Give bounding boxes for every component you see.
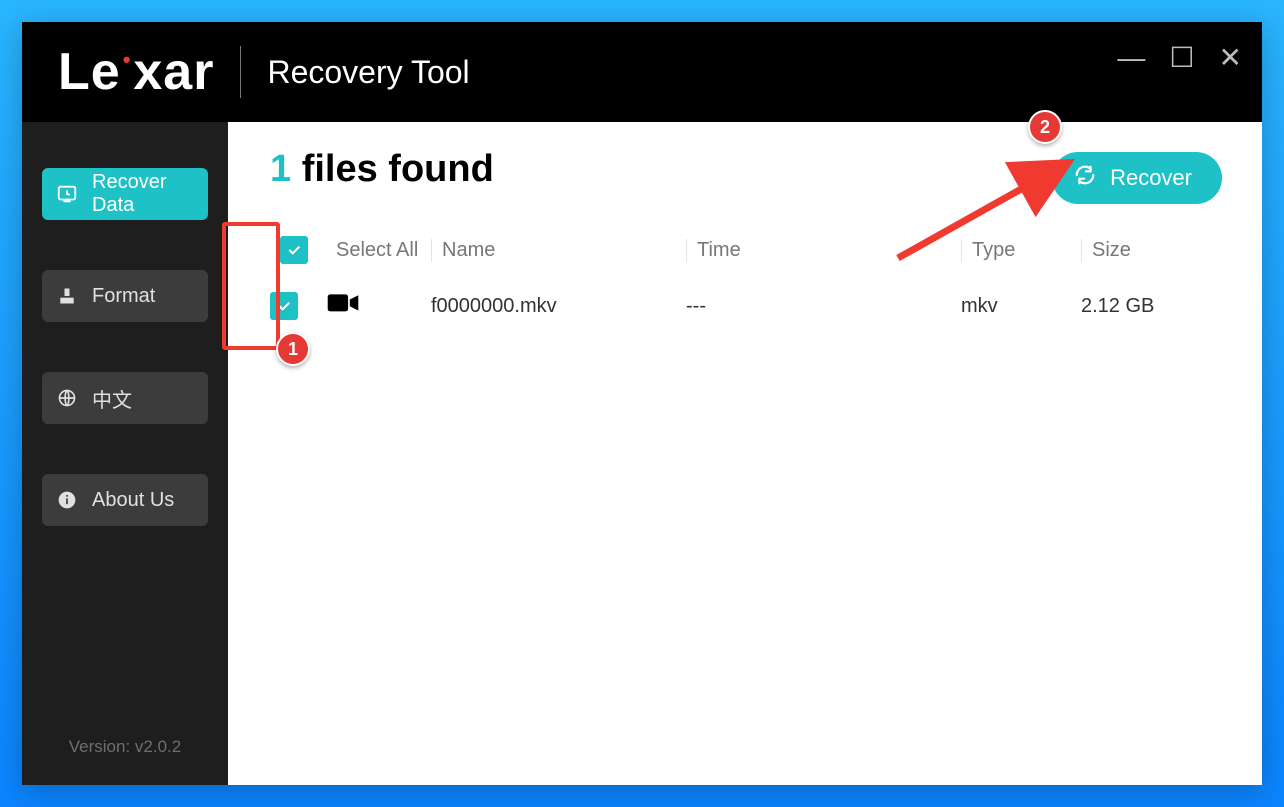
sidebar-item-about[interactable]: About Us bbox=[42, 474, 208, 526]
recover-button[interactable]: Recover bbox=[1052, 152, 1222, 204]
refresh-icon bbox=[1074, 164, 1096, 192]
file-table: Select All Name Time Type Size bbox=[270, 227, 1222, 339]
sidebar-item-recover-data[interactable]: Recover Data bbox=[42, 168, 208, 220]
logo-block: Le•xar Recovery Tool bbox=[22, 42, 470, 102]
col-size: Size bbox=[1081, 239, 1222, 262]
sidebar-item-label: 中文 bbox=[92, 384, 132, 413]
maximize-button[interactable]: ☐ bbox=[1169, 44, 1194, 72]
sidebar: Recover Data Format 中文 bbox=[22, 122, 228, 785]
version-label: Version: v2.0.2 bbox=[42, 737, 208, 767]
cell-time: --- bbox=[686, 295, 961, 318]
col-select-all-label: Select All bbox=[326, 239, 431, 262]
divider bbox=[240, 46, 241, 98]
recover-icon bbox=[56, 183, 78, 205]
table-row[interactable]: f0000000.mkv --- mkv 2.12 GB bbox=[270, 273, 1222, 339]
format-icon bbox=[56, 286, 78, 306]
cell-type: mkv bbox=[961, 295, 1081, 318]
files-count: 1 bbox=[270, 148, 291, 190]
files-found-suffix: files found bbox=[302, 148, 494, 190]
sidebar-item-label: Recover Data bbox=[92, 171, 194, 217]
minimize-button[interactable]: — bbox=[1117, 44, 1145, 72]
app-title: Recovery Tool bbox=[267, 54, 469, 91]
cell-size: 2.12 GB bbox=[1081, 295, 1222, 318]
row-checkbox[interactable] bbox=[270, 292, 298, 320]
recover-button-label: Recover bbox=[1110, 165, 1192, 191]
sidebar-item-format[interactable]: Format bbox=[42, 270, 208, 322]
info-icon bbox=[56, 490, 78, 510]
sidebar-item-label: Format bbox=[92, 285, 155, 308]
titlebar: Le•xar Recovery Tool — ☐ ✕ bbox=[22, 22, 1262, 122]
select-all-checkbox[interactable] bbox=[280, 236, 308, 264]
sidebar-item-language[interactable]: 中文 bbox=[42, 372, 208, 424]
app-window: Le•xar Recovery Tool — ☐ ✕ Recover Data bbox=[22, 22, 1262, 785]
brand-logo: Le•xar bbox=[58, 42, 214, 102]
sidebar-item-label: About Us bbox=[92, 489, 174, 512]
globe-icon bbox=[56, 388, 78, 408]
file-type-icon bbox=[326, 291, 431, 321]
cell-name: f0000000.mkv bbox=[431, 295, 686, 318]
table-header: Select All Name Time Type Size bbox=[270, 227, 1222, 273]
main-panel: 1 files found Recover bbox=[228, 122, 1262, 785]
col-type: Type bbox=[961, 239, 1081, 262]
close-button[interactable]: ✕ bbox=[1219, 44, 1242, 72]
col-time: Time bbox=[686, 239, 961, 262]
col-name: Name bbox=[431, 239, 686, 262]
window-controls: — ☐ ✕ bbox=[1117, 44, 1242, 72]
select-all-col bbox=[270, 236, 326, 264]
